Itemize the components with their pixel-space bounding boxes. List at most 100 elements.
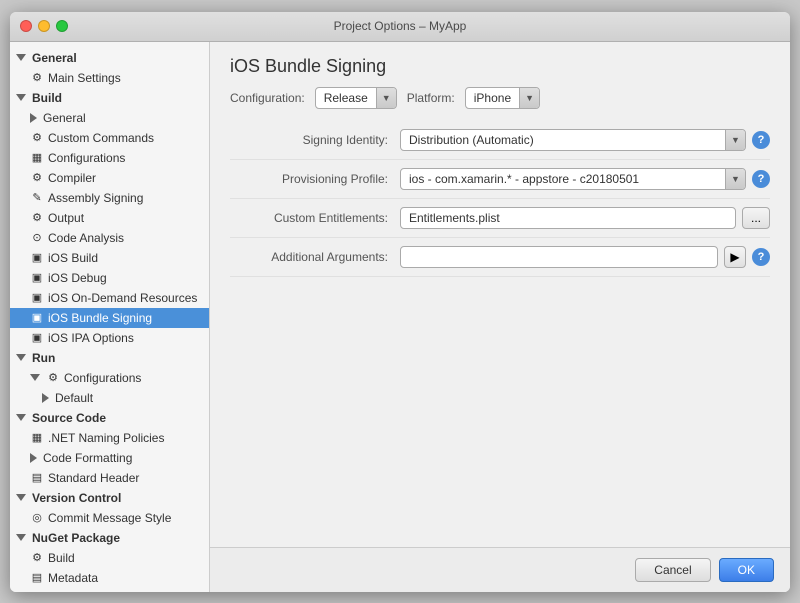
titlebar: Project Options – MyApp xyxy=(10,12,790,42)
sidebar-item-general-header[interactable]: General xyxy=(10,48,209,68)
sidebar-item-main-settings[interactable]: ⚙ Main Settings xyxy=(10,68,209,88)
phone-icon: ▣ xyxy=(30,291,44,305)
custom-entitlements-browse-button[interactable]: ... xyxy=(742,207,770,229)
sidebar-item-commit-message[interactable]: ◎ Commit Message Style xyxy=(10,508,209,528)
additional-arguments-label: Additional Arguments: xyxy=(230,250,400,264)
custom-entitlements-label: Custom Entitlements: xyxy=(230,211,400,225)
expand-icon xyxy=(16,354,26,361)
sidebar-item-label: iOS Debug xyxy=(48,271,107,285)
grid-icon: ▦ xyxy=(30,431,44,445)
doc-icon: ▤ xyxy=(30,471,44,485)
doc-icon: ▤ xyxy=(30,571,44,585)
form-row-provisioning-profile: Provisioning Profile: ios - com.xamarin.… xyxy=(230,160,770,199)
circle-gear-icon: ◎ xyxy=(30,511,44,525)
sidebar-item-run-header[interactable]: Run xyxy=(10,348,209,368)
additional-arguments-run-button[interactable]: ▶ xyxy=(724,246,746,268)
provisioning-profile-label: Provisioning Profile: xyxy=(230,172,400,186)
window-controls xyxy=(20,20,68,32)
grid-icon: ▦ xyxy=(30,151,44,165)
expand-icon xyxy=(16,494,26,501)
config-select[interactable]: Release ▼ xyxy=(315,87,397,109)
cog-icon: ⚙ xyxy=(30,171,44,185)
sidebar-item-label: iOS IPA Options xyxy=(48,331,134,345)
collapse-icon xyxy=(30,113,37,123)
close-button[interactable] xyxy=(20,20,32,32)
config-label: Configuration: xyxy=(230,91,305,105)
sidebar-item-source-code-header[interactable]: Source Code xyxy=(10,408,209,428)
signing-identity-control: Distribution (Automatic) ▼ ? xyxy=(400,129,770,151)
sidebar-item-label: General xyxy=(32,51,77,65)
form-area: Signing Identity: Distribution (Automati… xyxy=(210,121,790,547)
sidebar-item-nuget-metadata[interactable]: ▤ Metadata xyxy=(10,568,209,588)
sidebar-item-label: Code Analysis xyxy=(48,231,124,245)
gear-icon: ⚙ xyxy=(46,371,60,385)
sidebar-item-output[interactable]: ⚙ Output xyxy=(10,208,209,228)
check-icon: ⊙ xyxy=(30,231,44,245)
sidebar-item-label: Build xyxy=(48,551,75,565)
additional-arguments-help[interactable]: ? xyxy=(752,248,770,266)
sidebar-item-label: Custom Commands xyxy=(48,131,154,145)
sidebar-item-label: iOS Bundle Signing xyxy=(48,311,152,325)
provisioning-profile-help[interactable]: ? xyxy=(752,170,770,188)
sidebar-item-code-formatting[interactable]: Code Formatting xyxy=(10,448,209,468)
expand-icon xyxy=(16,54,26,61)
sidebar-item-run-default[interactable]: Default xyxy=(10,388,209,408)
platform-label: Platform: xyxy=(407,91,455,105)
minimize-button[interactable] xyxy=(38,20,50,32)
gear-icon: ⚙ xyxy=(30,551,44,565)
sidebar-item-build-header[interactable]: Build xyxy=(10,88,209,108)
sidebar-item-label: iOS Build xyxy=(48,251,98,265)
signing-identity-value: Distribution (Automatic) xyxy=(401,133,725,147)
sidebar-item-ios-ipa-options[interactable]: ▣ iOS IPA Options xyxy=(10,328,209,348)
platform-value: iPhone xyxy=(466,91,519,105)
sidebar-item-label: Build xyxy=(32,91,62,105)
sidebar-item-label: Version Control xyxy=(32,491,121,505)
sidebar-item-ios-build[interactable]: ▣ iOS Build xyxy=(10,248,209,268)
signing-identity-label: Signing Identity: xyxy=(230,133,400,147)
sidebar-item-run-configurations[interactable]: ⚙ Configurations xyxy=(10,368,209,388)
sidebar-item-ios-debug[interactable]: ▣ iOS Debug xyxy=(10,268,209,288)
sidebar-item-nuget-build[interactable]: ⚙ Build xyxy=(10,548,209,568)
provisioning-profile-arrow[interactable]: ▼ xyxy=(725,168,745,190)
platform-dropdown-arrow[interactable]: ▼ xyxy=(519,87,539,109)
sidebar-item-nuget-header[interactable]: NuGet Package xyxy=(10,528,209,548)
sidebar-item-assembly-signing[interactable]: ✎ Assembly Signing xyxy=(10,188,209,208)
cancel-button[interactable]: Cancel xyxy=(635,558,710,582)
platform-select[interactable]: iPhone ▼ xyxy=(465,87,540,109)
sidebar-item-label: Standard Header xyxy=(48,471,139,485)
signing-identity-dropdown[interactable]: Distribution (Automatic) ▼ xyxy=(400,129,746,151)
sidebar-item-code-analysis[interactable]: ⊙ Code Analysis xyxy=(10,228,209,248)
additional-arguments-input[interactable] xyxy=(400,246,718,268)
phone-icon: ▣ xyxy=(30,331,44,345)
provisioning-profile-dropdown[interactable]: ios - com.xamarin.* - appstore - c201805… xyxy=(400,168,746,190)
footer: Cancel OK xyxy=(210,547,790,592)
sidebar-item-ios-bundle-signing[interactable]: ▣ iOS Bundle Signing xyxy=(10,308,209,328)
sidebar-item-configurations[interactable]: ▦ Configurations xyxy=(10,148,209,168)
signing-identity-help[interactable]: ? xyxy=(752,131,770,149)
sidebar-item-label: Output xyxy=(48,211,84,225)
maximize-button[interactable] xyxy=(56,20,68,32)
sidebar-item-label: Compiler xyxy=(48,171,96,185)
content-area: General ⚙ Main Settings Build General ⚙ … xyxy=(10,42,790,592)
sidebar-item-custom-commands[interactable]: ⚙ Custom Commands xyxy=(10,128,209,148)
provisioning-profile-control: ios - com.xamarin.* - appstore - c201805… xyxy=(400,168,770,190)
sidebar-item-label: Main Settings xyxy=(48,71,121,85)
gear-icon: ⚙ xyxy=(30,71,44,85)
sidebar-item-ios-on-demand[interactable]: ▣ iOS On-Demand Resources xyxy=(10,288,209,308)
expand-icon xyxy=(16,94,26,101)
additional-arguments-control: ▶ ? xyxy=(400,246,770,268)
sidebar-item-general-build[interactable]: General xyxy=(10,108,209,128)
sidebar-item-compiler[interactable]: ⚙ Compiler xyxy=(10,168,209,188)
config-value: Release xyxy=(316,91,376,105)
signing-identity-arrow[interactable]: ▼ xyxy=(725,129,745,151)
phone-icon: ▣ xyxy=(30,271,44,285)
form-row-additional-arguments: Additional Arguments: ▶ ? xyxy=(230,238,770,277)
sidebar-item-standard-header[interactable]: ▤ Standard Header xyxy=(10,468,209,488)
config-dropdown-arrow[interactable]: ▼ xyxy=(376,87,396,109)
sidebar-item-label: Metadata xyxy=(48,571,98,585)
sidebar-item-net-naming[interactable]: ▦ .NET Naming Policies xyxy=(10,428,209,448)
form-row-signing-identity: Signing Identity: Distribution (Automati… xyxy=(230,121,770,160)
custom-entitlements-input[interactable]: Entitlements.plist xyxy=(400,207,736,229)
sidebar-item-version-control-header[interactable]: Version Control xyxy=(10,488,209,508)
ok-button[interactable]: OK xyxy=(719,558,774,582)
